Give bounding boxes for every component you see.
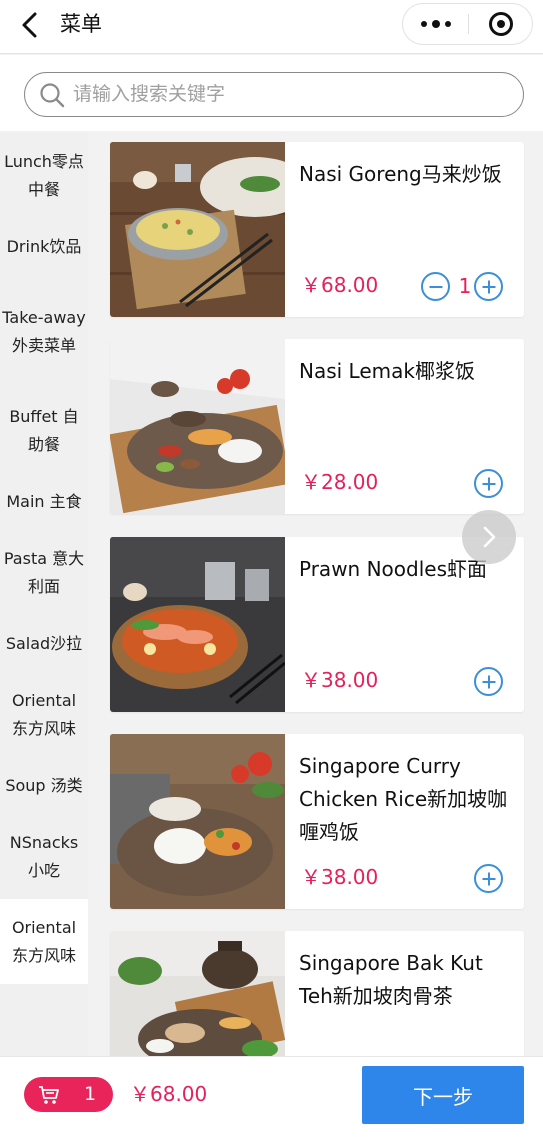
dish-image — [110, 734, 285, 909]
dish-image — [110, 339, 285, 514]
list-item[interactable]: Nasi Lemak椰浆饭 ￥28.00 — [110, 339, 524, 514]
sidebar-item-soup[interactable]: Soup 汤类 — [0, 757, 88, 814]
dish-image — [110, 537, 285, 712]
dish-image — [110, 931, 285, 1056]
more-dots-icon[interactable] — [403, 4, 468, 44]
sidebar-item-lunch[interactable]: Lunch零点中餐 — [0, 133, 88, 218]
sidebar-item-salad[interactable]: Salad沙拉 — [0, 615, 88, 672]
next-step-button[interactable]: 下一步 — [362, 1066, 524, 1124]
dish-name: Nasi Goreng马来炒饭 — [299, 162, 502, 186]
dish-price: ￥68.00 — [301, 273, 379, 297]
list-item[interactable]: Singapore Curry Chicken Rice新加坡咖喱鸡饭 ￥38.… — [110, 734, 524, 909]
sidebar-item-snacks[interactable]: NSnacks 小吃 — [0, 814, 88, 899]
nav-header: 菜单 — [0, 0, 543, 54]
cart-count: 1 — [84, 1083, 97, 1105]
cart-button[interactable]: 1 — [24, 1077, 113, 1112]
sidebar-item-drink[interactable]: Drink饮品 — [0, 218, 88, 275]
next-page-button[interactable] — [462, 510, 516, 564]
menu-list: Nasi Goreng马来炒饭 ￥68.00 1 Nasi Lemak椰浆饭 ￥… — [88, 133, 543, 1056]
page-title: 菜单 — [60, 12, 102, 36]
category-sidebar: Lunch零点中餐 Drink饮品 Take-away外卖菜单 Buffet 自… — [0, 133, 88, 1056]
list-item[interactable]: Prawn Noodles虾面 ￥38.00 — [110, 537, 524, 712]
chevron-right-icon — [483, 526, 496, 548]
back-arrow-icon[interactable] — [16, 10, 46, 40]
total-price: ￥68.00 — [130, 1082, 208, 1106]
close-target-icon[interactable] — [469, 4, 533, 44]
list-item[interactable]: Singapore Bak Kut Teh新加坡肉骨茶 — [110, 931, 524, 1056]
search-box[interactable] — [24, 72, 524, 117]
cart-icon — [39, 1086, 59, 1104]
sidebar-item-main[interactable]: Main 主食 — [0, 473, 88, 530]
search-input[interactable] — [73, 79, 503, 109]
dish-price: ￥38.00 — [301, 668, 379, 692]
list-item[interactable]: Nasi Goreng马来炒饭 ￥68.00 1 — [110, 142, 524, 317]
dish-name: Singapore Curry Chicken Rice新加坡咖喱鸡饭 — [299, 754, 508, 844]
dish-name: Singapore Bak Kut Teh新加坡肉骨茶 — [299, 951, 483, 1008]
minus-icon[interactable] — [421, 272, 450, 301]
search-icon — [40, 83, 65, 108]
sidebar-item-takeaway[interactable]: Take-away外卖菜单 — [0, 275, 88, 388]
sidebar-item-pasta[interactable]: Pasta 意大利面 — [0, 530, 88, 615]
mini-program-capsule — [402, 3, 533, 45]
dish-name: Nasi Lemak椰浆饭 — [299, 359, 475, 383]
checkout-bar: 1 ￥68.00 下一步 — [0, 1056, 543, 1137]
plus-icon[interactable] — [474, 667, 503, 696]
dish-price: ￥38.00 — [301, 865, 379, 889]
plus-icon[interactable] — [474, 272, 503, 301]
plus-icon[interactable] — [474, 469, 503, 498]
plus-icon[interactable] — [474, 864, 503, 893]
sidebar-item-buffet[interactable]: Buffet 自助餐 — [0, 388, 88, 473]
sidebar-item-oriental-active[interactable]: Oriental 东方风味 — [0, 899, 88, 984]
sidebar-item-oriental[interactable]: Oriental 东方风味 — [0, 672, 88, 757]
search-bar — [0, 55, 543, 131]
quantity-value: 1 — [458, 274, 472, 298]
dish-image — [110, 142, 285, 317]
dish-price: ￥28.00 — [301, 470, 379, 494]
